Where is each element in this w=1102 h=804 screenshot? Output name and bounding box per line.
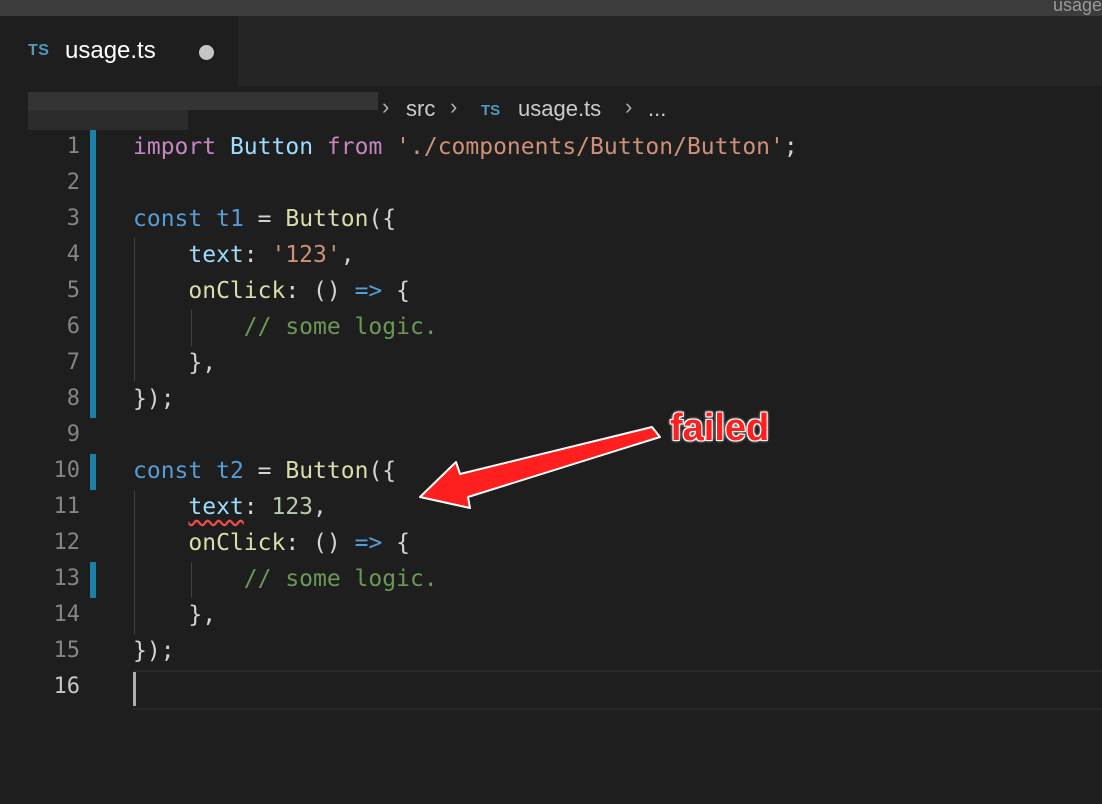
code-line-7[interactable]: 7 }, (0, 346, 1102, 382)
code-text: const t2 = Button({ (133, 458, 397, 484)
gutter-modified-marker[interactable] (90, 346, 96, 382)
code-text: const t1 = Button({ (133, 206, 397, 232)
line-number: 11 (53, 494, 81, 519)
breadcrumb-item-symbols[interactable]: ... (648, 96, 666, 122)
line-number: 15 (53, 638, 81, 663)
line-number: 2 (66, 170, 80, 195)
code-text: // some logic. (243, 314, 438, 340)
chevron-right-icon: › (625, 94, 633, 119)
gutter-modified-marker[interactable] (90, 238, 96, 274)
typescript-file-icon: TS (28, 42, 50, 59)
line-number: 8 (66, 386, 80, 411)
line-number: 3 (66, 206, 80, 231)
line-number: 6 (66, 314, 80, 339)
annotation-label: failed (670, 407, 770, 449)
code-text: text: 123, (188, 494, 327, 520)
code-line-15[interactable]: 15 }); (0, 634, 1102, 670)
code-line-10[interactable]: 10 const t2 = Button({ (0, 454, 1102, 490)
code-line-5[interactable]: 5 onClick: () => { (0, 274, 1102, 310)
code-line-9[interactable]: 9 (0, 418, 1102, 454)
tab-filename: usage.ts (65, 37, 156, 64)
line-number: 10 (53, 458, 81, 483)
gutter-modified-marker[interactable] (90, 562, 96, 598)
gutter-modified-marker[interactable] (90, 166, 96, 202)
code-text: }, (188, 602, 217, 628)
window-title-fragment: usage (1052, 0, 1102, 15)
gutter-modified-marker[interactable] (90, 454, 96, 490)
code-text: }); (133, 638, 175, 664)
line-number: 12 (53, 530, 81, 555)
gutter-modified-marker[interactable] (90, 202, 96, 238)
gutter-modified-marker[interactable] (90, 274, 96, 310)
gutter-modified-marker[interactable] (90, 382, 96, 418)
code-line-8[interactable]: 8 }); (0, 382, 1102, 418)
code-line-11[interactable]: 11 text: 123, (0, 490, 1102, 526)
code-line-3[interactable]: 3 const t1 = Button({ (0, 202, 1102, 238)
chevron-right-icon: › (382, 94, 390, 119)
gutter-modified-marker[interactable] (90, 310, 96, 346)
typescript-file-icon: TS (481, 102, 501, 119)
code-line-13[interactable]: 13 // some logic. (0, 562, 1102, 598)
code-text: // some logic. (243, 566, 438, 592)
code-text: import Button from './components/Button/… (133, 134, 798, 160)
code-line-4[interactable]: 4 text: '123', (0, 238, 1102, 274)
gutter-modified-marker[interactable] (90, 130, 96, 166)
code-line-2[interactable]: 2 (0, 166, 1102, 202)
code-editor[interactable]: 1 import Button from './components/Butto… (0, 130, 1102, 804)
error-squiggle-text-prop: text (188, 494, 244, 520)
line-number: 16 (53, 674, 81, 699)
line-number: 13 (53, 566, 81, 591)
tab-bar: TS usage.ts (0, 16, 1102, 86)
breadcrumb: › src › TS usage.ts › ... (0, 88, 1102, 132)
code-line-12[interactable]: 12 onClick: () => { (0, 526, 1102, 562)
code-text: }); (133, 386, 175, 412)
code-line-1[interactable]: 1 import Button from './components/Butto… (0, 130, 1102, 166)
blurred-path-segment (28, 92, 378, 110)
code-text: onClick: () => { (188, 278, 410, 304)
title-bar: usage (0, 0, 1102, 16)
line-number: 14 (53, 602, 81, 627)
blurred-path-segment (28, 110, 188, 130)
line-number: 1 (66, 134, 80, 159)
text-cursor (133, 672, 136, 706)
line-number: 4 (66, 242, 80, 267)
line-number: 7 (66, 350, 80, 375)
code-text: text: '123', (188, 242, 355, 268)
code-line-16[interactable]: 16 (0, 670, 1102, 706)
code-text: onClick: () => { (188, 530, 410, 556)
chevron-right-icon: › (450, 94, 458, 119)
editor-tab-usage-ts[interactable]: TS usage.ts (0, 16, 238, 86)
code-line-6[interactable]: 6 // some logic. (0, 310, 1102, 346)
breadcrumb-item-src[interactable]: src (406, 96, 435, 122)
breadcrumb-item-usage-ts[interactable]: usage.ts (518, 96, 601, 122)
unsaved-changes-dot-icon[interactable] (199, 45, 214, 60)
code-text: }, (188, 350, 217, 376)
line-number: 5 (66, 278, 80, 303)
code-line-14[interactable]: 14 }, (0, 598, 1102, 634)
line-number: 9 (66, 422, 80, 447)
